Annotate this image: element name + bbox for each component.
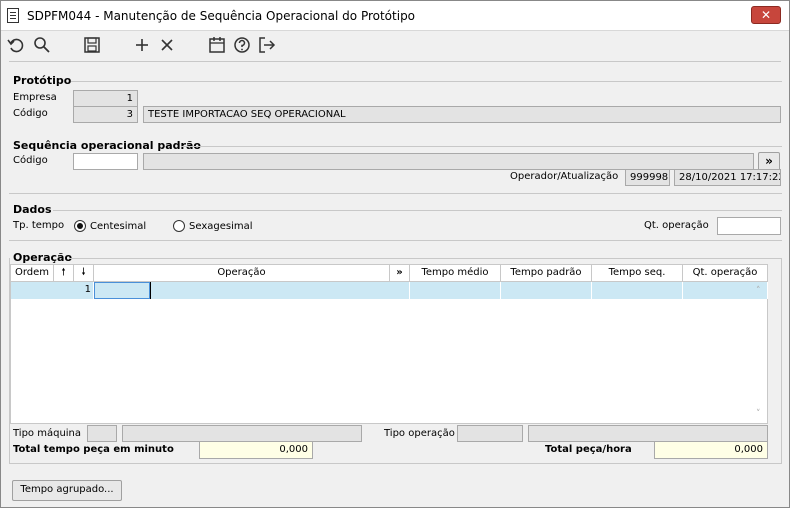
dados-section-title: Dados bbox=[13, 203, 52, 216]
sequencia-descricao-field bbox=[143, 153, 754, 170]
tempo-agrupado-button[interactable]: Tempo agrupado... bbox=[12, 480, 122, 501]
toolbar bbox=[1, 32, 789, 58]
prototipo-group-line bbox=[71, 81, 782, 82]
help-icon[interactable] bbox=[232, 35, 252, 55]
sequencia-bottom-line bbox=[9, 193, 782, 194]
empresa-field: 1 bbox=[73, 90, 138, 107]
calendar-icon[interactable] bbox=[207, 35, 227, 55]
sequencia-group-line bbox=[181, 146, 782, 147]
operacao-group-box bbox=[9, 258, 782, 464]
close-button[interactable]: ✕ bbox=[751, 6, 781, 24]
empresa-label: Empresa bbox=[13, 92, 57, 103]
codigo-label: Código bbox=[13, 108, 48, 119]
save-icon[interactable] bbox=[82, 35, 102, 55]
add-icon[interactable] bbox=[132, 35, 152, 55]
delete-icon[interactable] bbox=[157, 35, 177, 55]
window-title: SDPFM044 - Manutenção de Sequência Opera… bbox=[27, 9, 416, 23]
prototipo-descricao-field: TESTE IMPORTACAO SEQ OPERACIONAL bbox=[143, 106, 781, 123]
qt-operacao-label: Qt. operação bbox=[644, 220, 709, 231]
centesimal-radio[interactable] bbox=[74, 220, 86, 232]
sequencia-codigo-input[interactable] bbox=[73, 153, 138, 170]
prototipo-section-title: Protótipo bbox=[13, 74, 72, 87]
main-window: SDPFM044 - Manutenção de Sequência Opera… bbox=[0, 0, 790, 508]
search-icon[interactable] bbox=[32, 35, 52, 55]
sexagesimal-radio[interactable] bbox=[173, 220, 185, 232]
toolbar-divider bbox=[9, 61, 781, 62]
prototipo-codigo-field: 3 bbox=[73, 106, 138, 123]
centesimal-label[interactable]: Centesimal bbox=[90, 221, 146, 232]
dados-group-line bbox=[53, 210, 782, 211]
dados-bottom-line bbox=[9, 240, 782, 241]
sequencia-section-title: Sequência operacional padrão bbox=[13, 139, 201, 152]
exit-icon[interactable] bbox=[257, 35, 277, 55]
operador-label: Operador/Atualização bbox=[510, 171, 619, 182]
title-bar: SDPFM044 - Manutenção de Sequência Opera… bbox=[1, 1, 789, 31]
qt-operacao-input[interactable] bbox=[717, 217, 781, 235]
atualizacao-field: 28/10/2021 17:17:22 bbox=[674, 169, 781, 186]
tp-tempo-label: Tp. tempo bbox=[13, 220, 65, 231]
operador-field: 999998 bbox=[625, 169, 670, 186]
refresh-icon[interactable] bbox=[6, 35, 26, 55]
sexagesimal-label[interactable]: Sexagesimal bbox=[189, 221, 253, 232]
sequencia-codigo-label: Código bbox=[13, 155, 48, 166]
document-icon bbox=[7, 8, 19, 23]
